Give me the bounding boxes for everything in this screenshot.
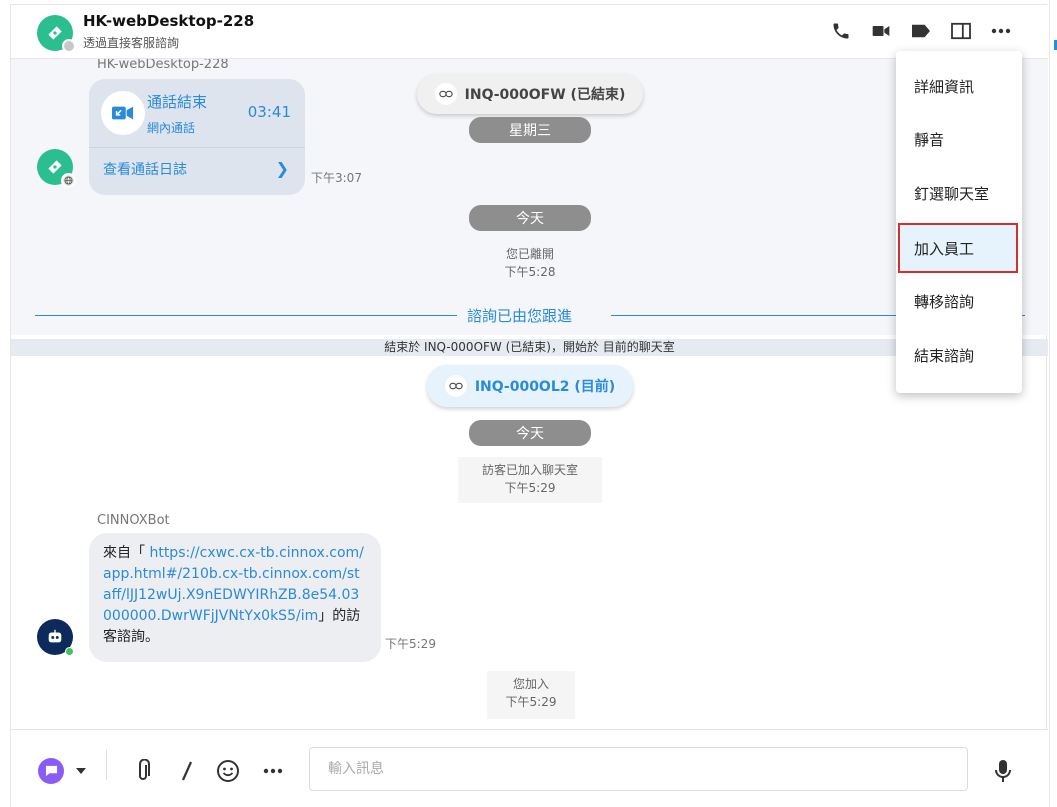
right-edge-strip [1049,0,1057,807]
video-icon[interactable] [869,19,893,43]
note-text: 您加入 [512,677,549,691]
call-type: 網內通話 [147,121,196,135]
more-tools-icon[interactable] [261,766,285,776]
note-time: 下午5:29 [505,695,557,709]
emoji-icon[interactable] [215,758,241,784]
message-prefix: 來自「 [103,545,150,561]
call-status: 通話結束 [147,93,208,111]
more-options-menu: 詳細資訊 靜音 釘選聊天室 加入員工 轉移諮詢 結束諮詢 [896,51,1022,393]
menu-item-end-inquiry[interactable]: 結束諮詢 [896,330,1022,380]
day-divider: 今天 [469,205,591,231]
ticket-icon [48,26,62,40]
call-ended-card[interactable]: 通話結束 網內通話 03:41 查看通話日誌 ❯ [89,79,305,195]
agent-avatar[interactable] [37,149,76,188]
missed-video-call-icon [101,91,145,135]
online-status-dot [65,647,74,656]
day-divider: 星期三 [469,117,591,143]
menu-item-add-staff[interactable]: 加入員工 [898,223,1018,273]
globe-icon [61,173,76,188]
status-dot [62,39,76,53]
toolbar-separator [106,750,107,780]
system-note-you-joined: 您加入 下午5:29 [487,671,575,719]
caret-down-icon[interactable] [74,764,88,778]
note-text: 您已離開 [505,247,554,261]
system-note-visitor-joined: 訪客已加入聊天室 下午5:29 [458,457,602,503]
message-time: 下午5:29 [385,637,436,651]
message-input[interactable] [309,747,968,791]
day-divider: 今天 [469,420,591,446]
divider-line [35,315,457,316]
ticket-icon [48,160,62,174]
link-icon [434,83,457,105]
inquiry-link-current[interactable]: INQ-000OL2 (目前) [427,365,633,407]
inquiry-link-previous[interactable]: INQ-000OFW (已結束) [417,74,643,114]
message-list[interactable]: HK-webDesktop-228 通話結束 網內通話 03:41 查看通話日誌… [11,59,1048,729]
message-sender: CINNOXBot [97,513,170,528]
bot-avatar[interactable] [37,619,74,656]
chevron-right-icon[interactable]: ❯ [276,159,289,178]
inquiry-id: INQ-000OL2 (目前) [474,379,616,395]
message-time: 下午3:07 [311,171,362,185]
chat-window: HK-webDesktop-228 透過直接客服諮詢 HK-webDesktop… [10,4,1048,807]
system-note-left: 您已離開 下午5:28 [480,245,580,281]
transfer-banner: 結束於 INQ-000OFW (已結束)，開始於 目前的聊天室 [11,339,1048,356]
tag-icon[interactable] [909,19,933,43]
chat-header: HK-webDesktop-228 透過直接客服諮詢 [11,5,1048,59]
menu-item-mute[interactable]: 靜音 [896,114,1022,164]
panel-icon[interactable] [949,19,973,43]
link-icon [444,375,467,397]
note-time: 下午5:28 [504,265,556,279]
bot-message-bubble: 來自「 https://cxwc.cx-tb.cinnox.com/app.ht… [89,533,381,662]
phone-icon[interactable] [829,19,853,43]
note-text: 訪客已加入聊天室 [481,463,578,477]
message-type-icon[interactable] [38,758,64,784]
call-duration: 03:41 [247,103,291,121]
followed-by-you-label: 諮詢已由您跟進 [467,307,573,325]
ticket-avatar[interactable] [37,15,76,53]
slash-command-icon[interactable] [175,758,199,784]
message-composer [11,729,1048,807]
chat-title: HK-webDesktop-228 [83,12,255,30]
menu-item-pin-chat[interactable]: 釘選聊天室 [896,168,1022,218]
message-sender: HK-webDesktop-228 [97,59,229,72]
call-card-divider [89,147,305,148]
paperclip-icon[interactable] [131,758,155,784]
view-call-log-link[interactable]: 查看通話日誌 [103,159,187,179]
more-icon[interactable] [989,19,1013,43]
menu-item-details[interactable]: 詳細資訊 [896,61,1022,111]
chat-subtitle: 透過直接客服諮詢 [83,36,180,50]
microphone-icon[interactable] [991,758,1015,784]
note-time: 下午5:29 [504,481,556,495]
menu-item-transfer-inquiry[interactable]: 轉移諮詢 [896,276,1022,326]
inquiry-id: INQ-000OFW (已結束) [464,87,626,103]
robot-icon [48,629,62,643]
